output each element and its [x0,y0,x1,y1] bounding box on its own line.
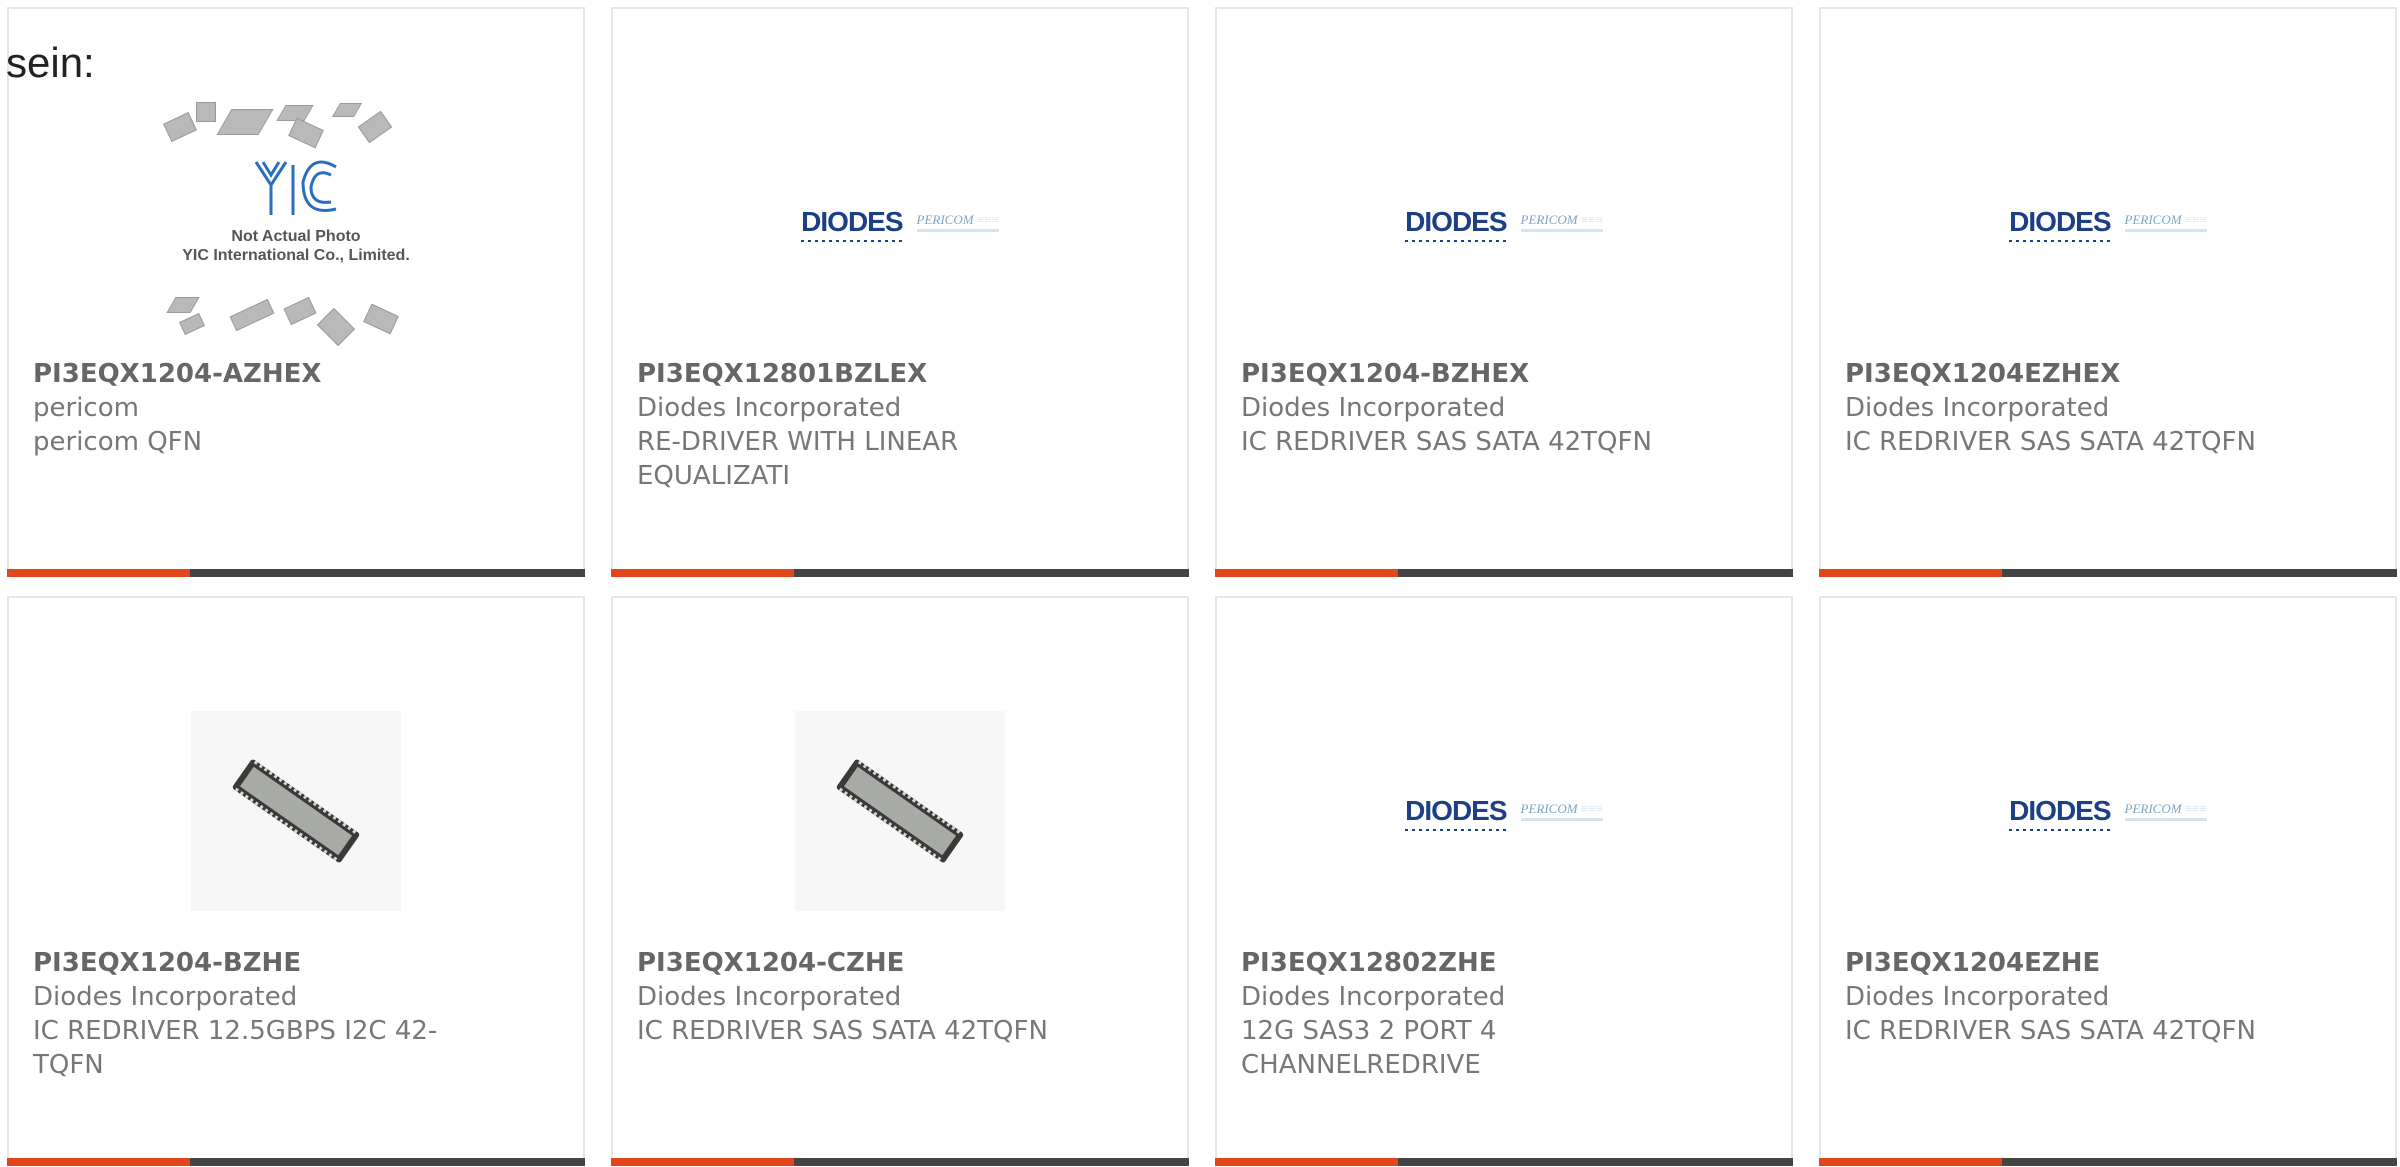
diodes-logo-icon: DIODES PERICOM [801,206,999,242]
yic-logo-icon [254,160,337,215]
product-card[interactable]: Not Actual Photo YIC International Co., … [7,7,585,577]
card-bar [1215,569,1793,577]
product-card[interactable]: DIODES PERICOM PI3EQX12802ZHE Diodes Inc… [1215,596,1793,1166]
part-number[interactable]: PI3EQX12801BZLEX [637,357,1077,391]
intro-text: sein: [6,39,95,86]
card-bar [1819,1158,2397,1166]
diodes-logo-icon: DIODES PERICOM [1405,206,1603,242]
product-image[interactable]: DIODES PERICOM [1968,686,2248,936]
manufacturer: pericom [33,393,139,423]
description: pericom QFN [33,427,203,457]
product-image[interactable]: DIODES PERICOM [1364,97,1644,347]
product-image[interactable]: Not Actual Photo YIC International Co., … [156,97,436,347]
card-bar-accent [611,1158,794,1166]
description: IC REDRIVER SAS SATA 42TQFN [1845,427,2256,457]
product-image[interactable]: DIODES PERICOM [1968,97,2248,347]
description: 12G SAS3 2 PORT 4 CHANNELREDRIVE [1241,1016,1497,1080]
manufacturer: Diodes Incorporated [33,982,298,1012]
card-bar-accent [7,1158,190,1166]
card-bar-accent [1215,569,1398,577]
qfn-chip-icon [836,759,964,863]
card-bar-accent [1819,1158,2002,1166]
manufacturer: Diodes Incorporated [1845,393,2110,423]
yic-placeholder-image: Not Actual Photo YIC International Co., … [156,97,436,347]
manufacturer: Diodes Incorporated [637,393,902,423]
card-bar [611,569,1189,577]
product-image[interactable] [156,686,436,936]
card-bar-accent [1819,569,2002,577]
card-bar [7,1158,585,1166]
manufacturer: Diodes Incorporated [1241,982,1506,1012]
part-number[interactable]: PI3EQX1204-CZHE [637,946,1077,980]
card-bar-accent [611,569,794,577]
manufacturer: Diodes Incorporated [1845,982,2110,1012]
product-image[interactable]: DIODES PERICOM [1364,686,1644,936]
part-number[interactable]: PI3EQX1204-BZHE [33,946,473,980]
part-number[interactable]: PI3EQX1204EZHE [1845,946,2285,980]
diodes-logo-icon: DIODES PERICOM [2009,795,2207,831]
qfn-chip-icon [232,759,360,863]
product-image[interactable] [760,686,1040,936]
card-bar [1819,569,2397,577]
card-bar [611,1158,1189,1166]
qfn-chip-image [795,711,1005,911]
part-number[interactable]: PI3EQX1204-AZHEX [33,357,473,391]
manufacturer: Diodes Incorporated [1241,393,1506,423]
card-bar [1215,1158,1793,1166]
product-card[interactable]: PI3EQX1204-CZHE Diodes Incorporated IC R… [611,596,1189,1166]
description: IC REDRIVER SAS SATA 42TQFN [637,1016,1048,1046]
product-card[interactable]: PI3EQX1204-BZHE Diodes Incorporated IC R… [7,596,585,1166]
product-card[interactable]: DIODES PERICOM PI3EQX12801BZLEX Diodes I… [611,7,1189,577]
card-bar [7,569,585,577]
card-bar-accent [7,569,190,577]
product-card[interactable]: DIODES PERICOM PI3EQX1204EZHE Diodes Inc… [1819,596,2397,1166]
product-card[interactable]: DIODES PERICOM PI3EQX1204EZHEX Diodes In… [1819,7,2397,577]
diodes-logo-icon: DIODES PERICOM [2009,206,2207,242]
description: RE-DRIVER WITH LINEAR EQUALIZATI [637,427,959,491]
product-card[interactable]: DIODES PERICOM PI3EQX1204-BZHEX Diodes I… [1215,7,1793,577]
description: IC REDRIVER SAS SATA 42TQFN [1241,427,1652,457]
qfn-chip-image [191,711,401,911]
manufacturer: Diodes Incorporated [637,982,902,1012]
product-image[interactable]: DIODES PERICOM [760,97,1040,347]
part-number[interactable]: PI3EQX12802ZHE [1241,946,1681,980]
part-number[interactable]: PI3EQX1204EZHEX [1845,357,2285,391]
yic-caption: Not Actual Photo YIC International Co., … [182,228,410,264]
diodes-logo-icon: DIODES PERICOM [1405,795,1603,831]
description: IC REDRIVER SAS SATA 42TQFN [1845,1016,2256,1046]
part-number[interactable]: PI3EQX1204-BZHEX [1241,357,1681,391]
card-bar-accent [1215,1158,1398,1166]
description: IC REDRIVER 12.5GBPS I2C 42-TQFN [33,1016,438,1080]
